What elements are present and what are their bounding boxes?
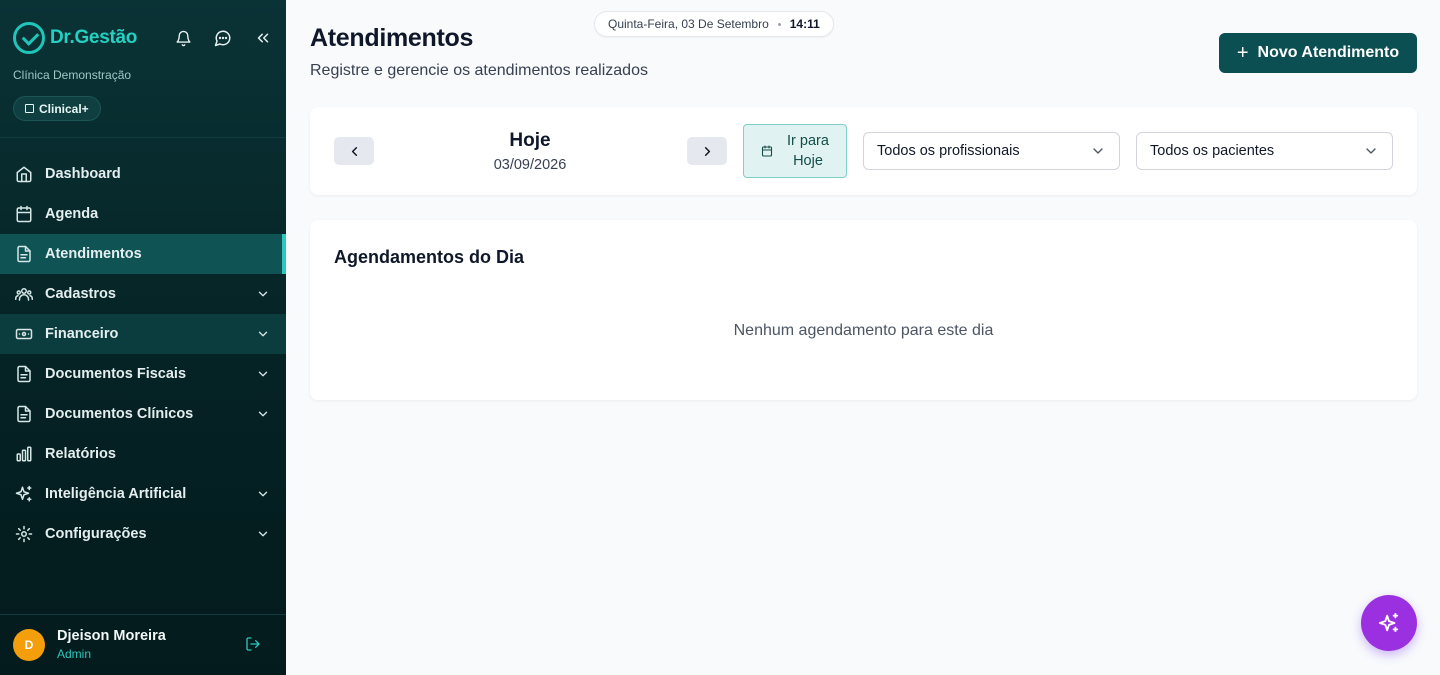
separator-dot xyxy=(777,22,781,26)
professional-select-value: Todos os profissionais xyxy=(877,143,1020,159)
page-title: Atendimentos xyxy=(310,24,474,52)
calendar-icon xyxy=(761,145,773,157)
chevron-down-icon xyxy=(1090,143,1106,159)
sidebar-item-label: Inteligência Artificial xyxy=(45,486,187,502)
gear-icon xyxy=(14,524,34,544)
sparkles-icon xyxy=(14,484,34,504)
sidebar-item-label: Relatórios xyxy=(45,446,116,462)
chat-icon[interactable] xyxy=(213,28,233,48)
sidebar-item-label: Agenda xyxy=(45,206,99,222)
sidebar-item-documentos-fiscais[interactable]: Documentos Fiscais xyxy=(0,354,286,394)
plus-icon: + xyxy=(1236,42,1249,64)
previous-day-button[interactable] xyxy=(334,137,374,165)
next-day-button[interactable] xyxy=(687,137,727,165)
bell-icon[interactable] xyxy=(173,28,193,48)
logout-icon[interactable] xyxy=(245,636,263,654)
chevron-down-icon xyxy=(256,487,270,501)
sidebar-item-inteligencia-artificial[interactable]: Inteligência Artificial xyxy=(0,474,286,514)
sidebar-item-documentos-clinicos[interactable]: Documentos Clínicos xyxy=(0,394,286,434)
chevron-down-icon xyxy=(256,327,270,341)
sidebar-item-configuracoes[interactable]: Configurações xyxy=(0,514,286,554)
logo-icon xyxy=(13,22,45,54)
user-divider xyxy=(0,614,286,615)
sidebar-item-label: Cadastros xyxy=(45,286,116,302)
plan-label: Clinical+ xyxy=(39,101,89,116)
brand-name: Dr.Gestão xyxy=(50,27,138,48)
sidebar-item-label: Dashboard xyxy=(45,166,121,182)
home-icon xyxy=(14,164,34,184)
users-icon xyxy=(14,284,34,304)
user-info: Djeison Moreira Admin xyxy=(57,628,166,661)
day-label: Hoje xyxy=(509,130,551,151)
current-date: Quinta-Feira, 03 De Setembro xyxy=(608,17,769,31)
bar-chart-icon xyxy=(14,444,34,464)
appointments-card: Agendamentos do Dia Nenhum agendamento p… xyxy=(310,220,1417,400)
go-to-today-button[interactable]: Ir para Hoje xyxy=(743,124,847,178)
sidebar-item-relatorios[interactable]: Relatórios xyxy=(0,434,286,474)
avatar: D xyxy=(13,628,45,661)
page-subtitle: Registre e gerencie os atendimentos real… xyxy=(310,62,648,79)
ai-assistant-button[interactable] xyxy=(1361,595,1417,651)
sidebar-item-atendimentos[interactable]: Atendimentos xyxy=(0,234,286,274)
new-appointment-button[interactable]: + Novo Atendimento xyxy=(1219,33,1417,73)
plan-icon xyxy=(25,104,34,113)
sidebar-item-financeiro[interactable]: Financeiro xyxy=(0,314,286,354)
plan-badge: Clinical+ xyxy=(13,96,101,121)
appointments-title: Agendamentos do Dia xyxy=(334,247,525,267)
sidebar-item-label: Financeiro xyxy=(45,326,119,342)
current-time: 14:11 xyxy=(789,17,820,31)
user-name: Djeison Moreira xyxy=(57,628,166,644)
chevron-down-icon xyxy=(256,287,270,301)
calendar-icon xyxy=(14,204,34,224)
chevron-right-icon xyxy=(704,146,710,156)
date-time-pill: Quinta-Feira, 03 De Setembro 14:11 xyxy=(594,11,834,37)
clinic-name: Clínica Demonstração xyxy=(13,68,132,82)
chevron-down-icon xyxy=(256,527,270,541)
patient-select-value: Todos os pacientes xyxy=(1150,143,1275,159)
patient-select[interactable]: Todos os pacientes xyxy=(1136,132,1393,170)
sidebar-item-label: Documentos Clínicos xyxy=(45,406,194,422)
professional-select[interactable]: Todos os profissionais xyxy=(863,132,1120,170)
sidebar-item-label: Atendimentos xyxy=(45,246,142,262)
go-to-today-line-2: Hoje xyxy=(793,153,823,169)
brand-row: Dr.Gestão xyxy=(13,22,273,54)
sidebar: Dr.Gestão Clínica Demonstração Clinical+… xyxy=(0,0,286,675)
go-to-today-line-1: Ir para xyxy=(787,133,829,149)
sparkles-icon xyxy=(1378,612,1399,633)
day-date: 03/09/2026 xyxy=(493,157,567,173)
go-to-today-label: Ir para Hoje xyxy=(787,131,829,171)
sidebar-item-dashboard[interactable]: Dashboard xyxy=(0,154,286,194)
chevron-left-icon xyxy=(351,146,357,156)
chevron-down-icon xyxy=(1363,143,1379,159)
top-icons xyxy=(173,28,273,48)
document-icon xyxy=(14,404,34,424)
document-icon xyxy=(14,364,34,384)
user-panel: D Djeison Moreira Admin xyxy=(13,628,273,661)
filter-card: Hoje 03/09/2026 Ir para Hoje Todos os pr… xyxy=(310,107,1417,195)
document-icon xyxy=(14,244,34,264)
sidebar-divider xyxy=(0,137,286,138)
sidebar-item-label: Documentos Fiscais xyxy=(45,366,187,382)
empty-state-message: Nenhum agendamento para este dia xyxy=(733,322,994,339)
wallet-icon xyxy=(14,324,34,344)
collapse-sidebar-icon[interactable] xyxy=(253,28,273,48)
chevron-down-icon xyxy=(256,367,270,381)
sidebar-nav: Dashboard Agenda Atendimentos Cadastros … xyxy=(0,154,286,554)
user-role: Admin xyxy=(57,647,92,661)
sidebar-item-label: Configurações xyxy=(45,526,147,542)
chevron-down-icon xyxy=(256,407,270,421)
new-appointment-label: Novo Atendimento xyxy=(1257,44,1400,61)
sidebar-item-cadastros[interactable]: Cadastros xyxy=(0,274,286,314)
sidebar-item-agenda[interactable]: Agenda xyxy=(0,194,286,234)
